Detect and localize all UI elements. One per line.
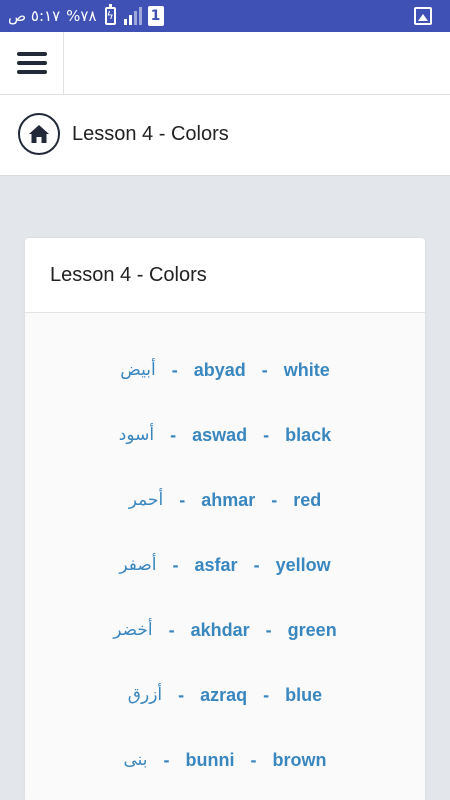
top-navigation [0,32,450,95]
vocab-arabic: أصفر [119,555,157,575]
status-bar-left: ٥:١٧ ص %٧٨ ϟ 1 [8,0,164,32]
status-bar: ٥:١٧ ص %٧٨ ϟ 1 [0,0,450,32]
title-bar: Lesson 4 - Colors [0,95,450,176]
signal-icon [123,7,142,25]
vocab-item: أسود - aswad - black [25,420,425,450]
vocab-transliteration: azraq [200,684,248,705]
card-header: Lesson 4 - Colors [25,238,425,313]
lesson-card: Lesson 4 - Colors أبيض - abyad - white أ… [25,238,425,800]
page-title: Lesson 4 - Colors [72,123,229,145]
vocab-separator: - [263,424,270,445]
vocab-arabic: أسود [118,425,155,445]
vocab-item: أبيض - abyad - white [25,355,425,385]
status-time: ٥:١٧ ص [8,7,61,25]
vocab-separator: - [253,554,260,575]
home-button[interactable] [18,113,60,155]
vocab-item: أحمر - ahmar - red [25,485,425,515]
vocab-arabic: بنى [123,750,148,770]
vocab-separator: - [170,424,177,445]
vocab-separator: - [265,619,272,640]
vocab-english: yellow [275,554,331,575]
vocab-item: أزرق - azraq - blue [25,680,425,710]
image-icon [414,7,432,25]
vocab-separator: - [179,489,186,510]
vocab-item: أخضر - akhdar - green [25,615,425,645]
sim-icon: 1 [147,6,164,26]
hamburger-menu-icon[interactable] [0,32,64,94]
vocab-separator: - [163,749,170,770]
vocab-transliteration: ahmar [201,489,256,510]
home-icon [29,125,49,143]
vocab-arabic: أبيض [120,360,156,380]
battery-percent: %٧٨ [66,7,97,25]
vocab-separator: - [250,749,257,770]
card-title: Lesson 4 - Colors [50,264,207,286]
vocab-separator: - [178,684,185,705]
vocab-arabic: أخضر [113,620,153,640]
vocab-english: red [293,489,322,510]
vocab-separator: - [263,684,270,705]
battery-icon: ϟ [104,4,116,25]
vocab-arabic: أحمر [128,490,164,510]
vocab-transliteration: aswad [192,424,248,445]
vocab-transliteration: asfar [194,554,238,575]
vocab-separator: - [261,359,268,380]
vocab-english: brown [272,749,327,770]
vocab-separator: - [171,359,178,380]
vocab-transliteration: bunni [185,749,235,770]
vocab-arabic: أزرق [127,685,163,705]
vocab-item: أصفر - asfar - yellow [25,550,425,580]
vocab-english: white [283,359,330,380]
vocab-separator: - [271,489,278,510]
vocab-english: blue [285,684,323,705]
vocab-english: green [287,619,337,640]
vocab-english: black [285,424,332,445]
vocab-item: بنى - bunni - brown [25,745,425,775]
vocab-transliteration: akhdar [190,619,250,640]
vocab-separator: - [168,619,175,640]
vocab-transliteration: abyad [193,359,246,380]
vocab-separator: - [172,554,179,575]
